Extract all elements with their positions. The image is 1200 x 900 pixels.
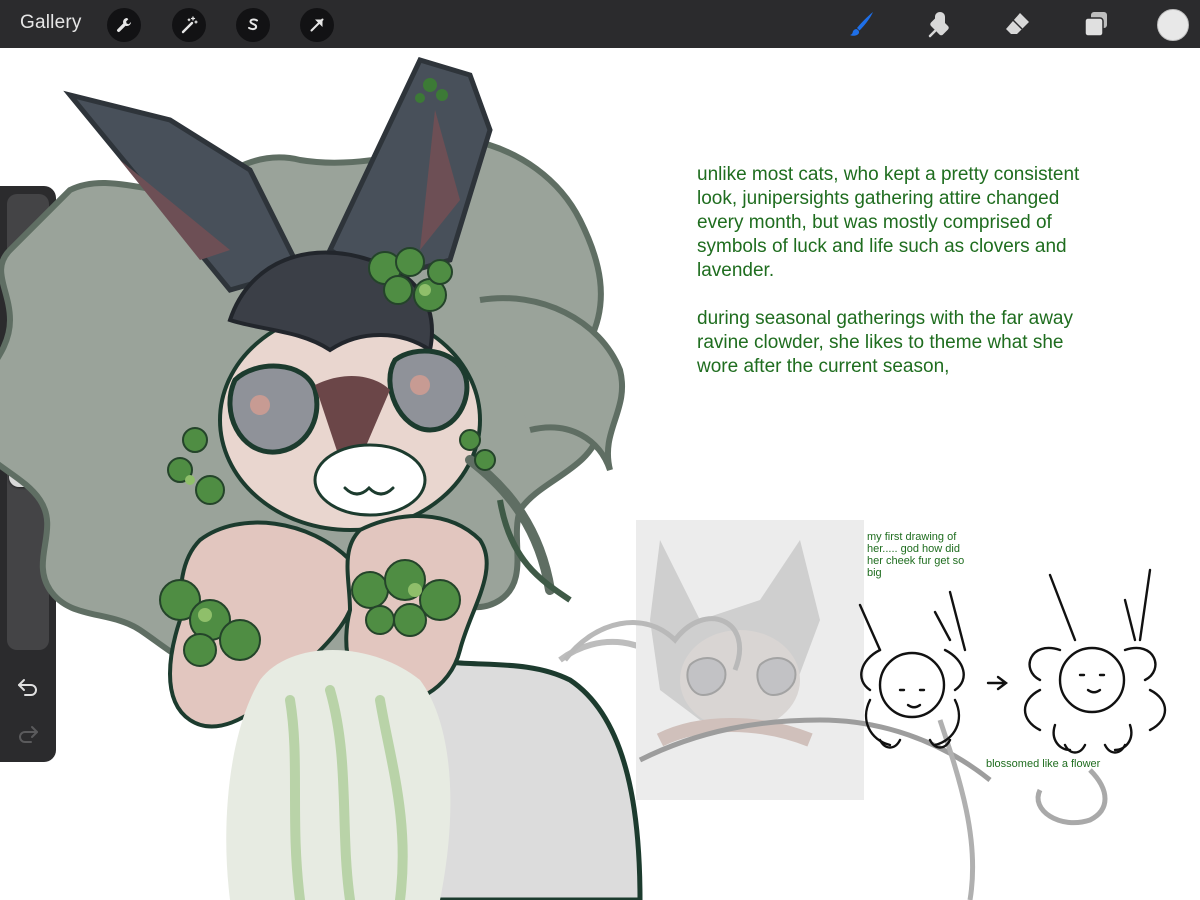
- first-drawing-note: my first drawing of her..... god how did…: [867, 531, 965, 579]
- layers-icon[interactable]: [1080, 8, 1112, 40]
- smudge-icon[interactable]: [924, 8, 956, 40]
- top-toolbar: Gallery: [0, 0, 1200, 48]
- selection-s-icon[interactable]: [236, 8, 270, 42]
- wrench-icon[interactable]: [107, 8, 141, 42]
- brush-icon[interactable]: [845, 8, 877, 40]
- eraser-icon[interactable]: [1001, 8, 1033, 40]
- color-picker-button[interactable]: [1157, 9, 1189, 41]
- gallery-button[interactable]: Gallery: [20, 12, 82, 34]
- blossom-note: blossomed like a flower: [986, 758, 1101, 770]
- drawing-canvas[interactable]: unlike most cats, who kept a pretty cons…: [0, 48, 1200, 900]
- arrow-cursor-icon[interactable]: [300, 8, 334, 42]
- magic-wand-icon[interactable]: [172, 8, 206, 42]
- story-note-text: unlike most cats, who kept a pretty cons…: [697, 164, 1080, 377]
